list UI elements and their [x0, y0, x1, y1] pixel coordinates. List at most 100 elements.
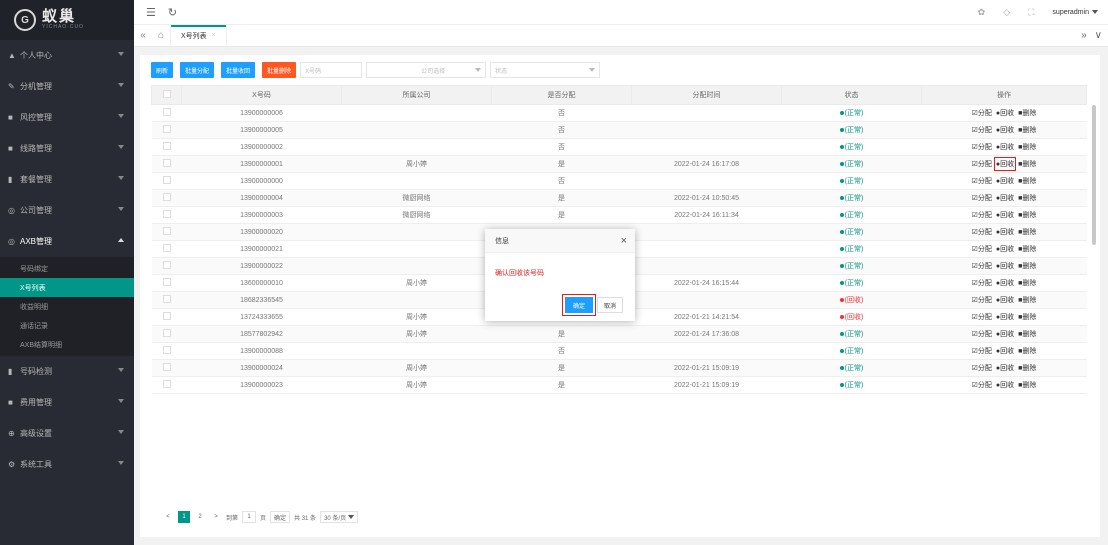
row-select-cell[interactable]	[151, 359, 182, 377]
page-size-select[interactable]: 30 条/页	[320, 511, 359, 523]
delete-button[interactable]: ■删除	[1018, 244, 1036, 254]
goto-confirm-button[interactable]: 确定	[270, 511, 291, 523]
row-checkbox[interactable]	[162, 346, 171, 354]
row-select-cell[interactable]	[151, 172, 182, 190]
page-1-button[interactable]: 1	[178, 511, 190, 523]
chevron-down-icon[interactable]: ∨	[1095, 30, 1102, 41]
sidebar-item-number-check[interactable]: ▮ 号码检测	[0, 356, 134, 387]
row-select-cell[interactable]	[151, 376, 182, 394]
assign-button[interactable]: ☑分配	[972, 312, 992, 322]
row-select-cell[interactable]	[151, 240, 182, 258]
submenu-item-number-binding[interactable]: 号码绑定	[0, 259, 134, 278]
delete-button[interactable]: ■删除	[1018, 261, 1036, 271]
assign-button[interactable]: ☑分配	[972, 244, 992, 254]
table-scrollbar[interactable]	[1092, 105, 1096, 245]
delete-button[interactable]: ■删除	[1018, 278, 1036, 288]
row-checkbox[interactable]	[162, 380, 171, 388]
refresh-icon[interactable]: ↻	[168, 6, 177, 19]
assign-button[interactable]: ☑分配	[972, 278, 992, 288]
recycle-button[interactable]: ●回收	[996, 380, 1014, 390]
x-number-input[interactable]: X号码	[300, 62, 363, 78]
row-select-cell[interactable]	[151, 342, 182, 360]
batch-delete-button[interactable]: 批量删除	[262, 62, 297, 78]
double-chevron-left-icon[interactable]: «	[134, 30, 152, 41]
menu-toggle-icon[interactable]: ☰	[146, 6, 156, 19]
select-all-checkbox[interactable]	[162, 90, 171, 98]
tab-x-number-list[interactable]: X号列表 ×	[170, 24, 227, 47]
assign-button[interactable]: ☑分配	[972, 125, 992, 135]
goto-page-input[interactable]: 1	[242, 511, 257, 523]
recycle-button[interactable]: ●回收	[996, 193, 1014, 203]
delete-button[interactable]: ■删除	[1018, 380, 1036, 390]
assign-button[interactable]: ☑分配	[972, 227, 992, 237]
delete-button[interactable]: ■删除	[1018, 193, 1036, 203]
submenu-item-call-records[interactable]: 通话记录	[0, 316, 134, 335]
sidebar-item-advanced-settings[interactable]: ⊕ 高级设置	[0, 418, 134, 449]
row-checkbox[interactable]	[162, 125, 171, 133]
sidebar-item-company[interactable]: ◎ 公司管理	[0, 195, 134, 226]
row-select-cell[interactable]	[151, 274, 182, 292]
assign-button[interactable]: ☑分配	[972, 261, 992, 271]
row-select-cell[interactable]	[151, 206, 182, 224]
row-checkbox[interactable]	[162, 329, 171, 337]
company-select[interactable]: 公司选择	[366, 62, 487, 78]
row-checkbox[interactable]	[162, 278, 171, 286]
delete-button[interactable]: ■删除	[1018, 346, 1036, 356]
delete-button[interactable]: ■删除	[1018, 108, 1036, 118]
sidebar-item-package[interactable]: ▮ 套餐管理	[0, 164, 134, 195]
recycle-button[interactable]: ●回收	[996, 125, 1014, 135]
close-icon[interactable]: ×	[212, 32, 216, 39]
row-select-cell[interactable]	[151, 121, 182, 139]
sidebar-item-line[interactable]: ■ 线路管理	[0, 133, 134, 164]
row-select-cell[interactable]	[151, 138, 182, 156]
delete-button[interactable]: ■删除	[1018, 295, 1036, 305]
submenu-item-revenue-detail[interactable]: 收益明细	[0, 297, 134, 316]
theme-icon[interactable]: ✿	[978, 7, 986, 18]
recycle-button[interactable]: ●回收	[996, 227, 1014, 237]
recycle-button[interactable]: ●回收	[996, 346, 1014, 356]
delete-button[interactable]: ■删除	[1018, 176, 1036, 186]
recycle-button[interactable]: ●回收	[996, 142, 1014, 152]
recycle-button[interactable]: ●回收	[996, 244, 1014, 254]
dialog-cancel-button[interactable]: 取消	[596, 297, 623, 313]
recycle-button[interactable]: ●回收	[996, 312, 1014, 322]
delete-button[interactable]: ■删除	[1018, 312, 1036, 322]
close-icon[interactable]: ×	[621, 235, 627, 247]
fullscreen-icon[interactable]: ⛶	[1028, 7, 1034, 18]
refresh-button[interactable]: 刷新	[151, 62, 174, 78]
assign-button[interactable]: ☑分配	[972, 363, 992, 373]
row-checkbox[interactable]	[162, 176, 171, 184]
recycle-button[interactable]: ●回收	[996, 261, 1014, 271]
delete-button[interactable]: ■删除	[1018, 227, 1036, 237]
row-checkbox[interactable]	[162, 193, 171, 201]
assign-button[interactable]: ☑分配	[972, 142, 992, 152]
batch-recycle-button[interactable]: 批量收回	[221, 62, 256, 78]
row-checkbox[interactable]	[162, 295, 171, 303]
assign-button[interactable]: ☑分配	[972, 193, 992, 203]
recycle-button[interactable]: ●回收	[996, 210, 1014, 220]
double-chevron-right-icon[interactable]: »	[1081, 30, 1087, 41]
home-icon[interactable]: ⌂	[152, 30, 170, 41]
assign-button[interactable]: ☑分配	[972, 159, 992, 169]
row-checkbox[interactable]	[162, 363, 171, 371]
row-select-cell[interactable]	[151, 155, 182, 173]
sidebar-item-fees[interactable]: ■ 费用管理	[0, 387, 134, 418]
row-select-cell[interactable]	[151, 104, 182, 122]
row-checkbox[interactable]	[162, 244, 171, 252]
row-select-cell[interactable]	[151, 308, 182, 326]
recycle-button[interactable]: ●回收	[996, 108, 1014, 118]
recycle-button[interactable]: ●回收	[996, 295, 1014, 305]
sidebar-item-extension[interactable]: ✎ 分机管理	[0, 71, 134, 102]
row-checkbox[interactable]	[162, 227, 171, 235]
row-checkbox[interactable]	[162, 142, 171, 150]
row-checkbox[interactable]	[162, 108, 171, 116]
assign-button[interactable]: ☑分配	[972, 295, 992, 305]
row-checkbox[interactable]	[162, 312, 171, 320]
row-select-cell[interactable]	[151, 291, 182, 309]
row-checkbox[interactable]	[162, 261, 171, 269]
recycle-button[interactable]: ●回收	[993, 157, 1017, 171]
row-checkbox[interactable]	[162, 210, 171, 218]
tag-icon[interactable]: ◇	[1003, 7, 1010, 18]
assign-button[interactable]: ☑分配	[972, 108, 992, 118]
delete-button[interactable]: ■删除	[1018, 329, 1036, 339]
